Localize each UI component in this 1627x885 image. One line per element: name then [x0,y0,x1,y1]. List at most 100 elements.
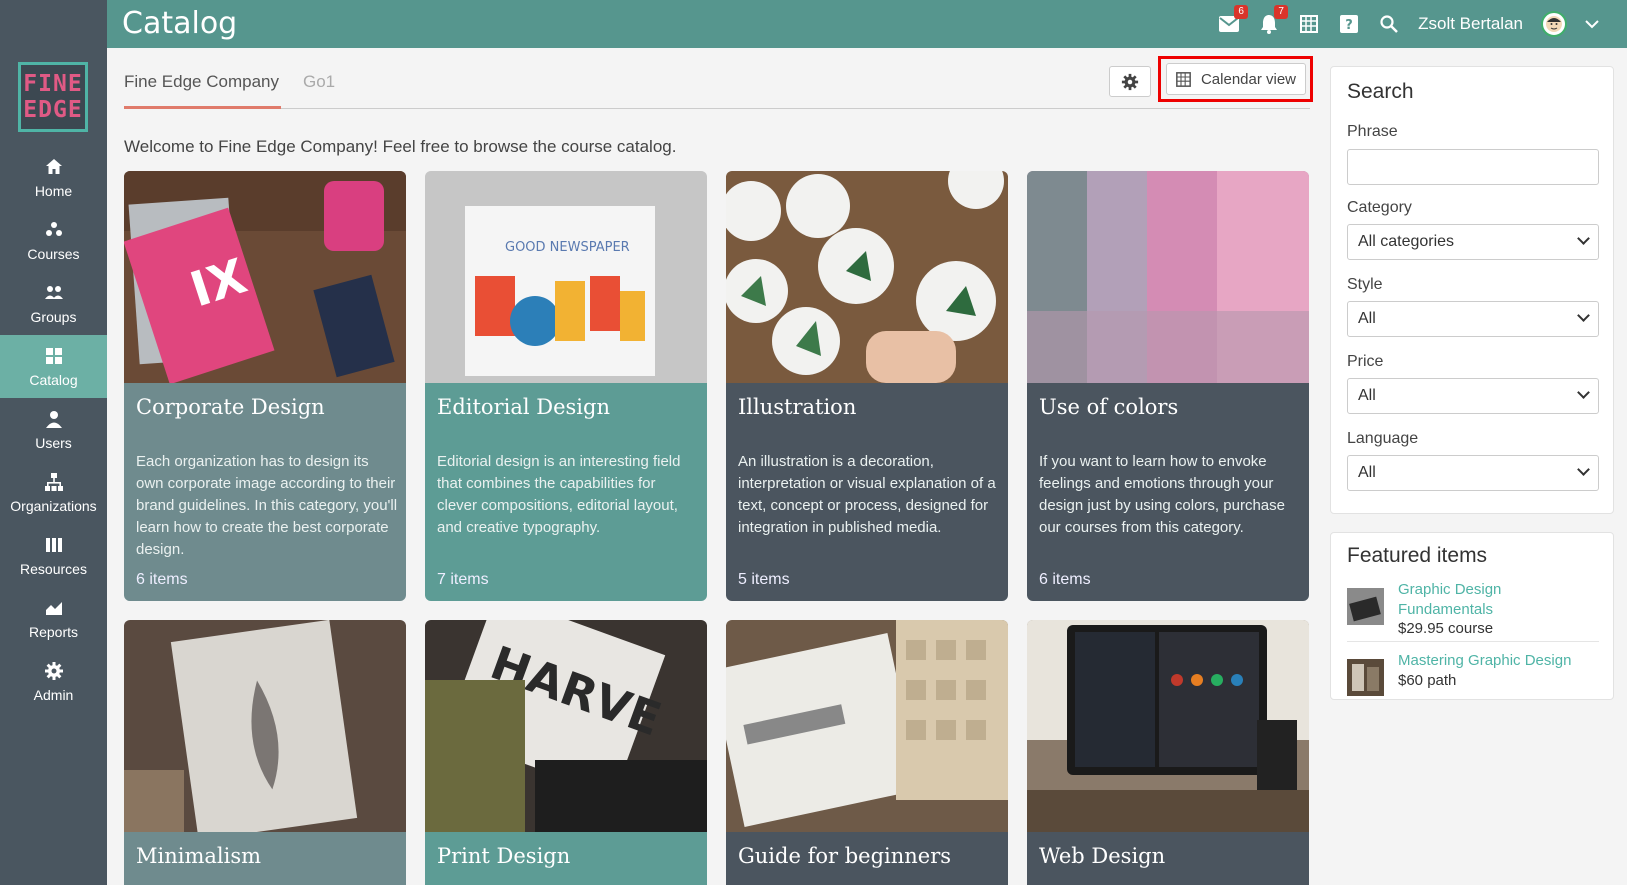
card-body: Minimalism [124,832,406,885]
sidebar-item-label: Organizations [10,497,97,514]
courses-icon [45,221,62,236]
chevron-down-icon [1577,309,1590,322]
sidebar-item-label: Users [35,434,72,451]
category-card-editorial-design[interactable]: GOOD NEWSPAPER Editorial Design Editoria… [425,171,707,601]
catalog-icon [45,347,62,364]
page-title: Catalog [122,6,238,41]
search-icon [1380,15,1398,33]
card-description: Each organization has to design its own … [136,453,398,558]
price-label: Price [1347,353,1384,370]
phrase-input[interactable] [1347,149,1599,185]
notifications-button[interactable]: 7 [1258,5,1289,35]
sidebar-item-home[interactable]: Home [0,146,107,209]
chevron-down-icon [1577,463,1590,476]
top-bar: Catalog 6 7 ? Zsolt Bertalan [107,0,1627,48]
logo-line-2: EDGE [23,97,83,123]
search-panel: Search Phrase Category All categories St… [1330,66,1614,514]
card-description: If you want to learn how to envoke feeli… [1039,453,1285,536]
calendar-icon [1300,15,1319,33]
search-button[interactable] [1378,13,1400,35]
tab-fine-edge-company[interactable]: Fine Edge Company [124,72,279,92]
card-title: Use of colors [1039,395,1179,419]
user-name[interactable]: Zsolt Bertalan [1418,14,1523,34]
category-card-guide-for-beginners[interactable]: Guide for beginners [726,620,1008,885]
featured-item-link[interactable]: Mastering Graphic Design [1398,651,1598,671]
category-label: Category [1347,199,1412,216]
sidebar-item-resources[interactable]: Resources [0,524,107,587]
sidebar-item-catalog[interactable]: Catalog [0,335,107,398]
card-image [726,171,1008,383]
card-description: Editorial design is an interesting field… [437,453,681,536]
tab-go1[interactable]: Go1 [303,72,335,92]
category-select[interactable]: All categories [1347,224,1599,260]
sidebar-item-organizations[interactable]: Organizations [0,461,107,524]
card-image: IX [124,171,406,383]
card-image [1027,620,1309,832]
card-image [124,620,406,832]
card-title: Editorial Design [437,395,610,419]
featured-item[interactable]: Mastering Graphic Design $60 path [1347,651,1599,697]
featured-item-link[interactable]: Graphic Design Fundamentals [1398,580,1598,620]
sidebar-item-label: Catalog [29,371,78,388]
sidebar-item-label: Admin [33,686,74,703]
chevron-down-icon [1577,386,1590,399]
sidebar-item-label: Groups [30,308,77,325]
category-card-corporate-design[interactable]: IX Corporate Design Each organization ha… [124,171,406,601]
card-body: Use of colors If you want to learn how t… [1027,383,1309,601]
card-body: Corporate Design Each organization has t… [124,383,406,601]
card-image [1027,171,1309,383]
svg-text:?: ? [1345,18,1353,33]
calendar-view-button[interactable]: Calendar view [1166,63,1306,95]
calendar-view-label: Calendar view [1200,70,1297,88]
card-body: Web Design [1027,832,1309,885]
sidebar-item-users[interactable]: Users [0,398,107,461]
featured-panel-title: Featured items [1347,544,1488,567]
price-select[interactable]: All [1347,378,1599,414]
phrase-label: Phrase [1347,123,1398,140]
style-select[interactable]: All [1347,301,1599,337]
notifications-badge: 7 [1274,5,1289,19]
help-icon: ? [1340,15,1359,33]
messages-button[interactable]: 6 [1218,5,1249,35]
sidebar-item-courses[interactable]: Courses [0,209,107,272]
card-title: Web Design [1039,844,1166,868]
category-card-web-design[interactable]: Web Design [1027,620,1309,885]
organizations-icon [44,472,63,491]
card-title: Illustration [738,395,857,419]
chevron-down-icon [1577,232,1590,245]
avatar[interactable] [1541,11,1567,37]
active-tab-indicator [124,106,281,109]
featured-item-thumbnail [1347,659,1384,696]
card-item-count: 6 items [136,571,188,588]
calendar-button[interactable] [1298,13,1320,35]
sidebar-item-label: Resources [20,560,87,577]
resources-icon [45,537,62,552]
fine-edge-logo[interactable]: FINE EDGE [18,62,88,132]
logo-line-1: FINE [23,71,83,97]
category-card-print-design[interactable]: HARVE Print Design [425,620,707,885]
featured-item-thumbnail [1347,588,1384,625]
card-description: An illustration is a decoration, interpr… [738,453,996,536]
featured-items-panel: Featured items Graphic Design Fundamenta… [1330,532,1614,700]
messages-badge: 6 [1234,5,1249,19]
sidebar-item-admin[interactable]: Admin [0,650,107,713]
featured-item-price: $60 path [1398,672,1457,689]
sidebar-nav: Home Courses Groups Catalog Users Organi… [0,146,107,713]
welcome-text: Welcome to Fine Edge Company! Feel free … [124,137,677,156]
card-item-count: 7 items [437,571,489,588]
help-button[interactable]: ? [1338,13,1360,35]
card-body: Editorial Design Editorial design is an … [425,383,707,601]
search-panel-title: Search [1347,80,1414,103]
language-select[interactable]: All [1347,455,1599,491]
style-select-value: All [1358,310,1376,327]
sidebar-item-groups[interactable]: Groups [0,272,107,335]
chevron-down-icon[interactable] [1585,19,1599,29]
featured-item[interactable]: Graphic Design Fundamentals $29.95 cours… [1347,580,1599,642]
category-card-illustration[interactable]: Illustration An illustration is a decora… [726,171,1008,601]
settings-button[interactable] [1109,66,1151,97]
card-body: Illustration An illustration is a decora… [726,383,1008,601]
category-card-minimalism[interactable]: Minimalism [124,620,406,885]
category-card-use-of-colors[interactable]: Use of colors If you want to learn how t… [1027,171,1309,601]
language-label: Language [1347,430,1419,447]
sidebar-item-reports[interactable]: Reports [0,587,107,650]
